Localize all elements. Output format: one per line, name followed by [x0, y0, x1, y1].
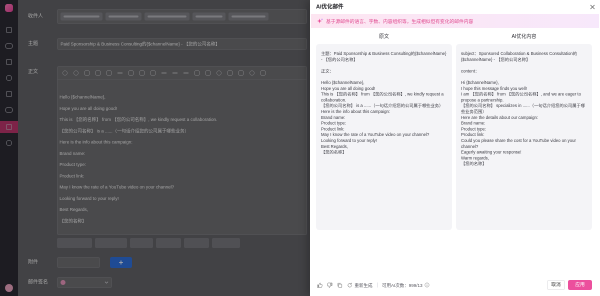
optimized-line: I am 【您的名称】 from 【您的公司名称】, and we are ea…	[461, 91, 581, 103]
optimized-content-box[interactable]: subject：Sponsored Collaboration & Busine…	[456, 44, 592, 230]
original-line: 【您的名称】	[321, 149, 347, 155]
original-line: 主题：Paid Sponsorship & Business Consultin…	[321, 51, 447, 62]
regenerate-label: 重新生成	[354, 282, 373, 288]
optimized-line: 【您的公司名称】 specializes in ......（一句话介绍您的公司…	[461, 103, 585, 114]
original-heading: 原文	[379, 34, 389, 40]
dislike-icon[interactable]	[327, 282, 333, 288]
footer-divider	[377, 282, 378, 288]
apply-button[interactable]: 应用	[568, 280, 592, 290]
optimized-line: 【您的名称】	[461, 161, 487, 167]
app-window: 收件人 主题 Paid Sponsorship & Business Consu…	[0, 0, 600, 296]
regenerate-button[interactable]: 重新生成	[347, 282, 373, 289]
sparkle-icon	[317, 18, 323, 24]
cancel-button[interactable]: 取消	[547, 280, 565, 290]
drawer-footer-actions: 重新生成 可用AI次数：999/13	[317, 274, 430, 296]
ai-quota: 可用AI次数：999/13	[382, 282, 430, 289]
optimized-line: Could you please share the cost for a Yo…	[461, 137, 576, 149]
like-icon[interactable]	[317, 282, 323, 288]
refresh-icon	[347, 282, 352, 288]
info-icon[interactable]	[424, 282, 430, 288]
quota-text: 可用AI次数：999/13	[382, 282, 423, 288]
banner-text: 基于源邮件的语言、字数、内容组织等，生成相似但有变化的邮件内容	[326, 19, 474, 25]
ai-optimize-drawer: AI优化邮件 基于源邮件的语言、字数、内容组织等，生成相似但有变化的邮件内容 原…	[310, 0, 600, 296]
optimized-line: subject：Sponsored Collaboration & Busine…	[461, 51, 577, 62]
original-line: This is 【您的名称】 from 【您的公司名称】, we kindly …	[321, 91, 444, 103]
info-banner: 基于源邮件的语言、字数、内容组织等，生成相似但有变化的邮件内容	[311, 14, 599, 28]
drawer-title: AI优化邮件	[316, 4, 344, 10]
original-content-box: 主题：Paid Sponsorship & Business Consultin…	[316, 44, 452, 230]
close-button[interactable]	[589, 4, 596, 11]
close-icon	[590, 4, 595, 10]
copy-icon[interactable]	[337, 282, 343, 288]
optimized-heading: AI优化内容	[511, 34, 537, 40]
